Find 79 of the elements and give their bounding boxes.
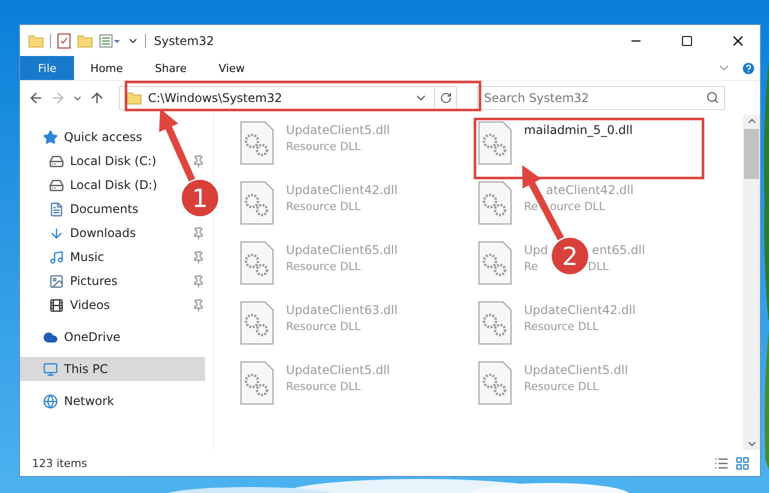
gear-file-icon (240, 301, 274, 345)
sidebar-item[interactable]: Pictures (20, 269, 124, 293)
back-button[interactable] (28, 90, 44, 106)
ribbon-tab[interactable]: Home (74, 56, 139, 80)
network-icon (43, 394, 58, 408)
callout-badge (550, 236, 590, 276)
gear-file-icon (478, 241, 512, 285)
window-title: System32 (154, 34, 214, 48)
sidebar-item[interactable]: Network (20, 389, 120, 413)
download-icon (49, 226, 64, 240)
view-options-icon[interactable] (99, 34, 121, 48)
file-name: ent65.dll (592, 243, 646, 257)
gear-file-icon (240, 241, 274, 285)
maximize-icon[interactable] (680, 34, 692, 46)
file-type: Resource DLL (524, 320, 600, 333)
sidebar-item[interactable]: OneDrive (20, 325, 126, 349)
file-type: Re (524, 200, 538, 213)
properties-icon[interactable] (57, 32, 71, 48)
callout-number: 2 (562, 242, 578, 271)
file-name: ateClient42.dll (546, 183, 634, 197)
folder-icon (28, 32, 44, 48)
gear-file-icon (240, 361, 274, 405)
drive-icon (49, 154, 64, 168)
large-icons-view-icon[interactable] (735, 456, 750, 470)
gear-file-icon (478, 121, 512, 165)
gear-file-icon (478, 301, 512, 345)
sidebar-item[interactable]: This PC (20, 357, 205, 381)
ribbon-tab[interactable]: File (20, 56, 74, 80)
address-field[interactable]: C:\Windows\System32 (119, 86, 457, 110)
file-type: DLL (588, 260, 609, 273)
callout-number: 1 (192, 184, 208, 213)
ribbon-tab[interactable]: View (202, 56, 261, 80)
file-type: Resource DLL (286, 200, 362, 213)
folder-icon (126, 90, 142, 106)
refresh-icon[interactable] (440, 92, 452, 104)
file-type: Resource DLL (286, 140, 362, 153)
item-count: 123 items (32, 456, 88, 470)
pin-icon[interactable] (192, 250, 205, 264)
pin-icon[interactable] (192, 274, 205, 288)
up-button[interactable] (89, 90, 105, 106)
scrollbar[interactable] (743, 115, 760, 450)
film-icon (49, 298, 64, 312)
file-type: Resource DLL (286, 320, 362, 333)
file-type: ource DLL (550, 200, 605, 213)
callout-badge (180, 178, 220, 218)
sidebar-item[interactable]: Downloads (20, 221, 142, 245)
drive-icon (49, 178, 64, 192)
sidebar-item[interactable]: Local Disk (D:) (20, 173, 164, 197)
monitor-icon (43, 362, 58, 376)
gear-file-icon (478, 181, 512, 225)
gear-file-icon (240, 181, 274, 225)
picture-icon (49, 274, 64, 288)
gear-file-icon (478, 361, 512, 405)
sidebar-item[interactable]: Local Disk (C:) (20, 149, 162, 173)
file-type: Resource DLL (286, 380, 362, 393)
pin-icon[interactable] (192, 226, 205, 240)
search-field[interactable]: Search System32 (477, 86, 725, 110)
cloud-icon (43, 330, 58, 344)
sidebar-item[interactable]: Music (20, 245, 110, 269)
gear-file-icon (240, 121, 274, 165)
new-folder-icon (77, 32, 93, 48)
ribbon-tab[interactable]: Share (138, 56, 203, 80)
file-type: Resource DLL (286, 260, 362, 273)
file-name: Upd (524, 243, 548, 257)
file-type: Resource DLL (524, 380, 600, 393)
star-icon (43, 130, 58, 144)
details-view-icon[interactable] (714, 456, 729, 470)
document-icon (49, 202, 64, 216)
search-icon[interactable] (706, 91, 719, 104)
pin-icon[interactable] (192, 298, 205, 312)
sidebar-item[interactable]: Quick access (20, 125, 148, 149)
sidebar-item[interactable]: Videos (20, 293, 116, 317)
scroll-thumb[interactable] (744, 129, 759, 179)
pin-icon[interactable] (192, 154, 205, 168)
music-note-icon (49, 250, 64, 264)
file-type: Re (524, 260, 538, 273)
file-name[interactable]: mailadmin_5_0.dll (524, 123, 633, 137)
help-icon[interactable] (741, 60, 756, 76)
sidebar-item[interactable]: Documents (20, 197, 144, 221)
